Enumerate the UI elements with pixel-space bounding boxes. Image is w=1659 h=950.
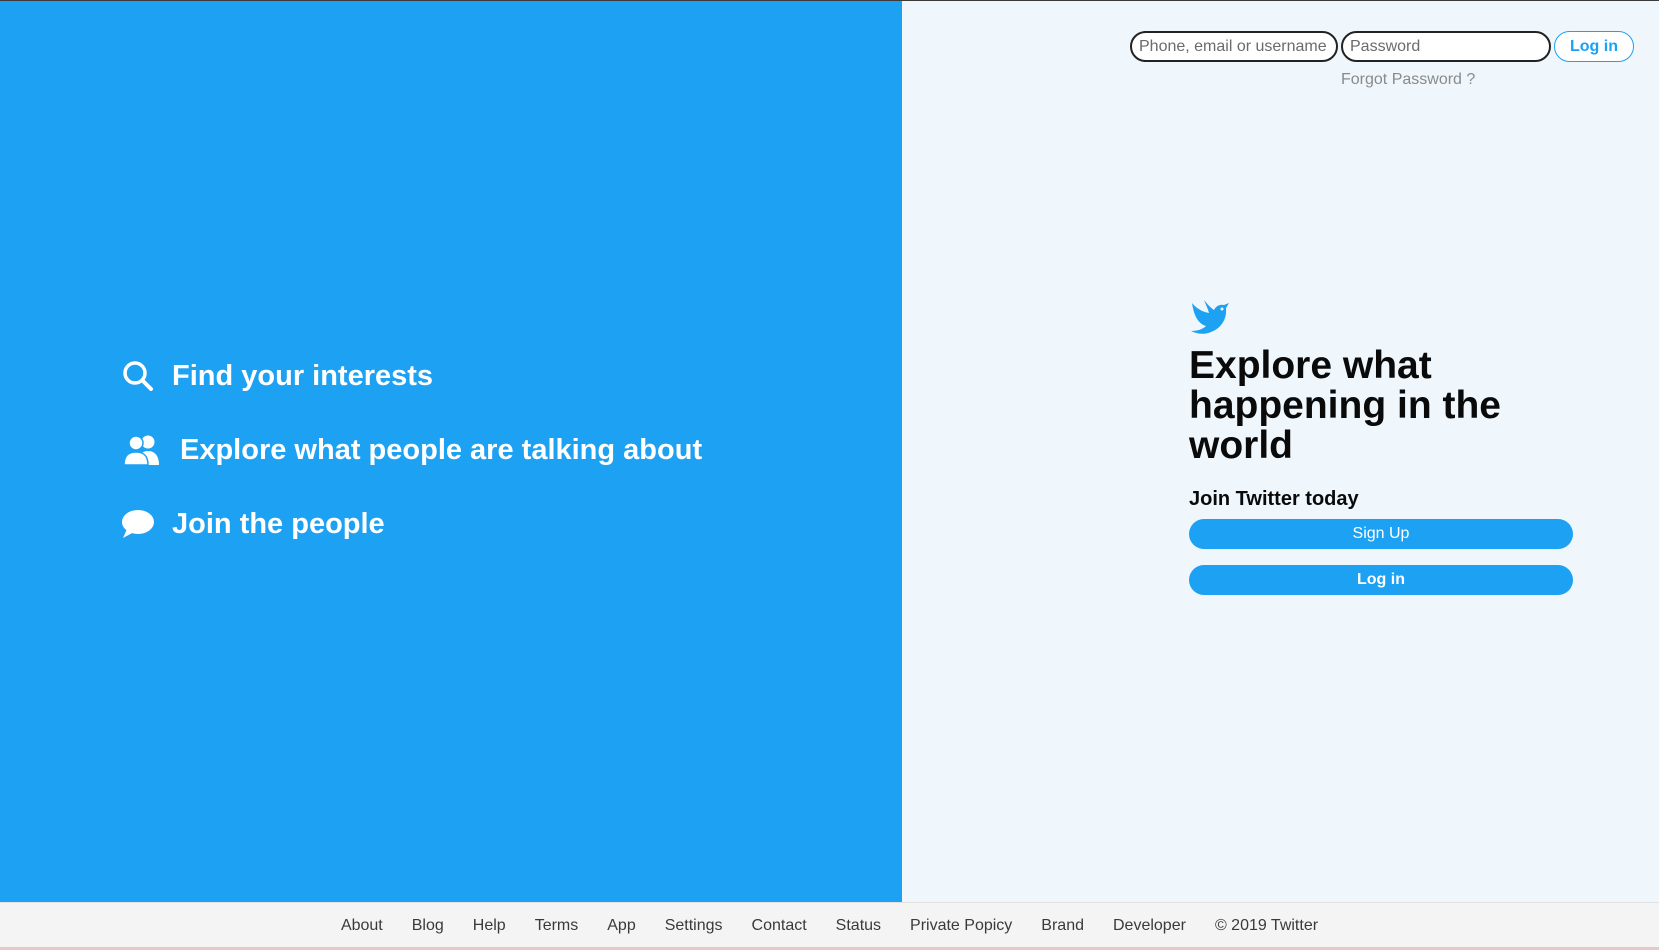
feature-explore-people: Explore what people are talking about	[120, 432, 702, 468]
feature-join-people: Join the people	[120, 506, 385, 542]
footer-link-app[interactable]: App	[607, 917, 635, 935]
password-input[interactable]	[1341, 31, 1551, 62]
people-icon	[120, 432, 164, 468]
login-bar: Log in	[1130, 31, 1634, 62]
username-input[interactable]	[1130, 31, 1338, 62]
footer-link-contact[interactable]: Contact	[752, 917, 807, 935]
footer-copyright: © 2019 Twitter	[1214, 916, 1319, 934]
search-icon	[120, 358, 156, 394]
feature-label: Join the people	[172, 507, 385, 540]
footer-link-blog[interactable]: Blog	[412, 917, 444, 935]
chat-bubble-icon	[120, 506, 156, 542]
footer-link-settings[interactable]: Settings	[665, 917, 723, 935]
footer-link-privacy[interactable]: Private Popicy	[910, 917, 1012, 935]
feature-label: Explore what people are talking about	[180, 433, 703, 466]
footer-link-about[interactable]: About	[341, 917, 383, 935]
footer-link-help[interactable]: Help	[473, 917, 506, 935]
signup-button[interactable]: Sign Up	[1189, 519, 1573, 549]
footer: About Blog Help Terms App Settings Conta…	[0, 902, 1659, 948]
hero-login-button[interactable]: Log in	[1189, 565, 1573, 595]
bird-logo-icon	[1189, 297, 1231, 339]
footer-link-terms[interactable]: Terms	[535, 917, 579, 935]
join-subtitle: Join Twitter today	[1189, 488, 1359, 510]
footer-link-status[interactable]: Status	[836, 917, 881, 935]
forgot-password-link[interactable]: Forgot Password ?	[1341, 71, 1475, 89]
hero-title: Explore what happening in the world	[1189, 344, 1501, 467]
login-button[interactable]: Log in	[1554, 31, 1634, 62]
features-panel: Find your interests Explore what people …	[0, 1, 902, 902]
footer-link-developer[interactable]: Developer	[1113, 917, 1186, 935]
feature-find-interests: Find your interests	[120, 358, 433, 394]
feature-label: Find your interests	[172, 359, 434, 392]
footer-link-brand[interactable]: Brand	[1041, 917, 1084, 935]
